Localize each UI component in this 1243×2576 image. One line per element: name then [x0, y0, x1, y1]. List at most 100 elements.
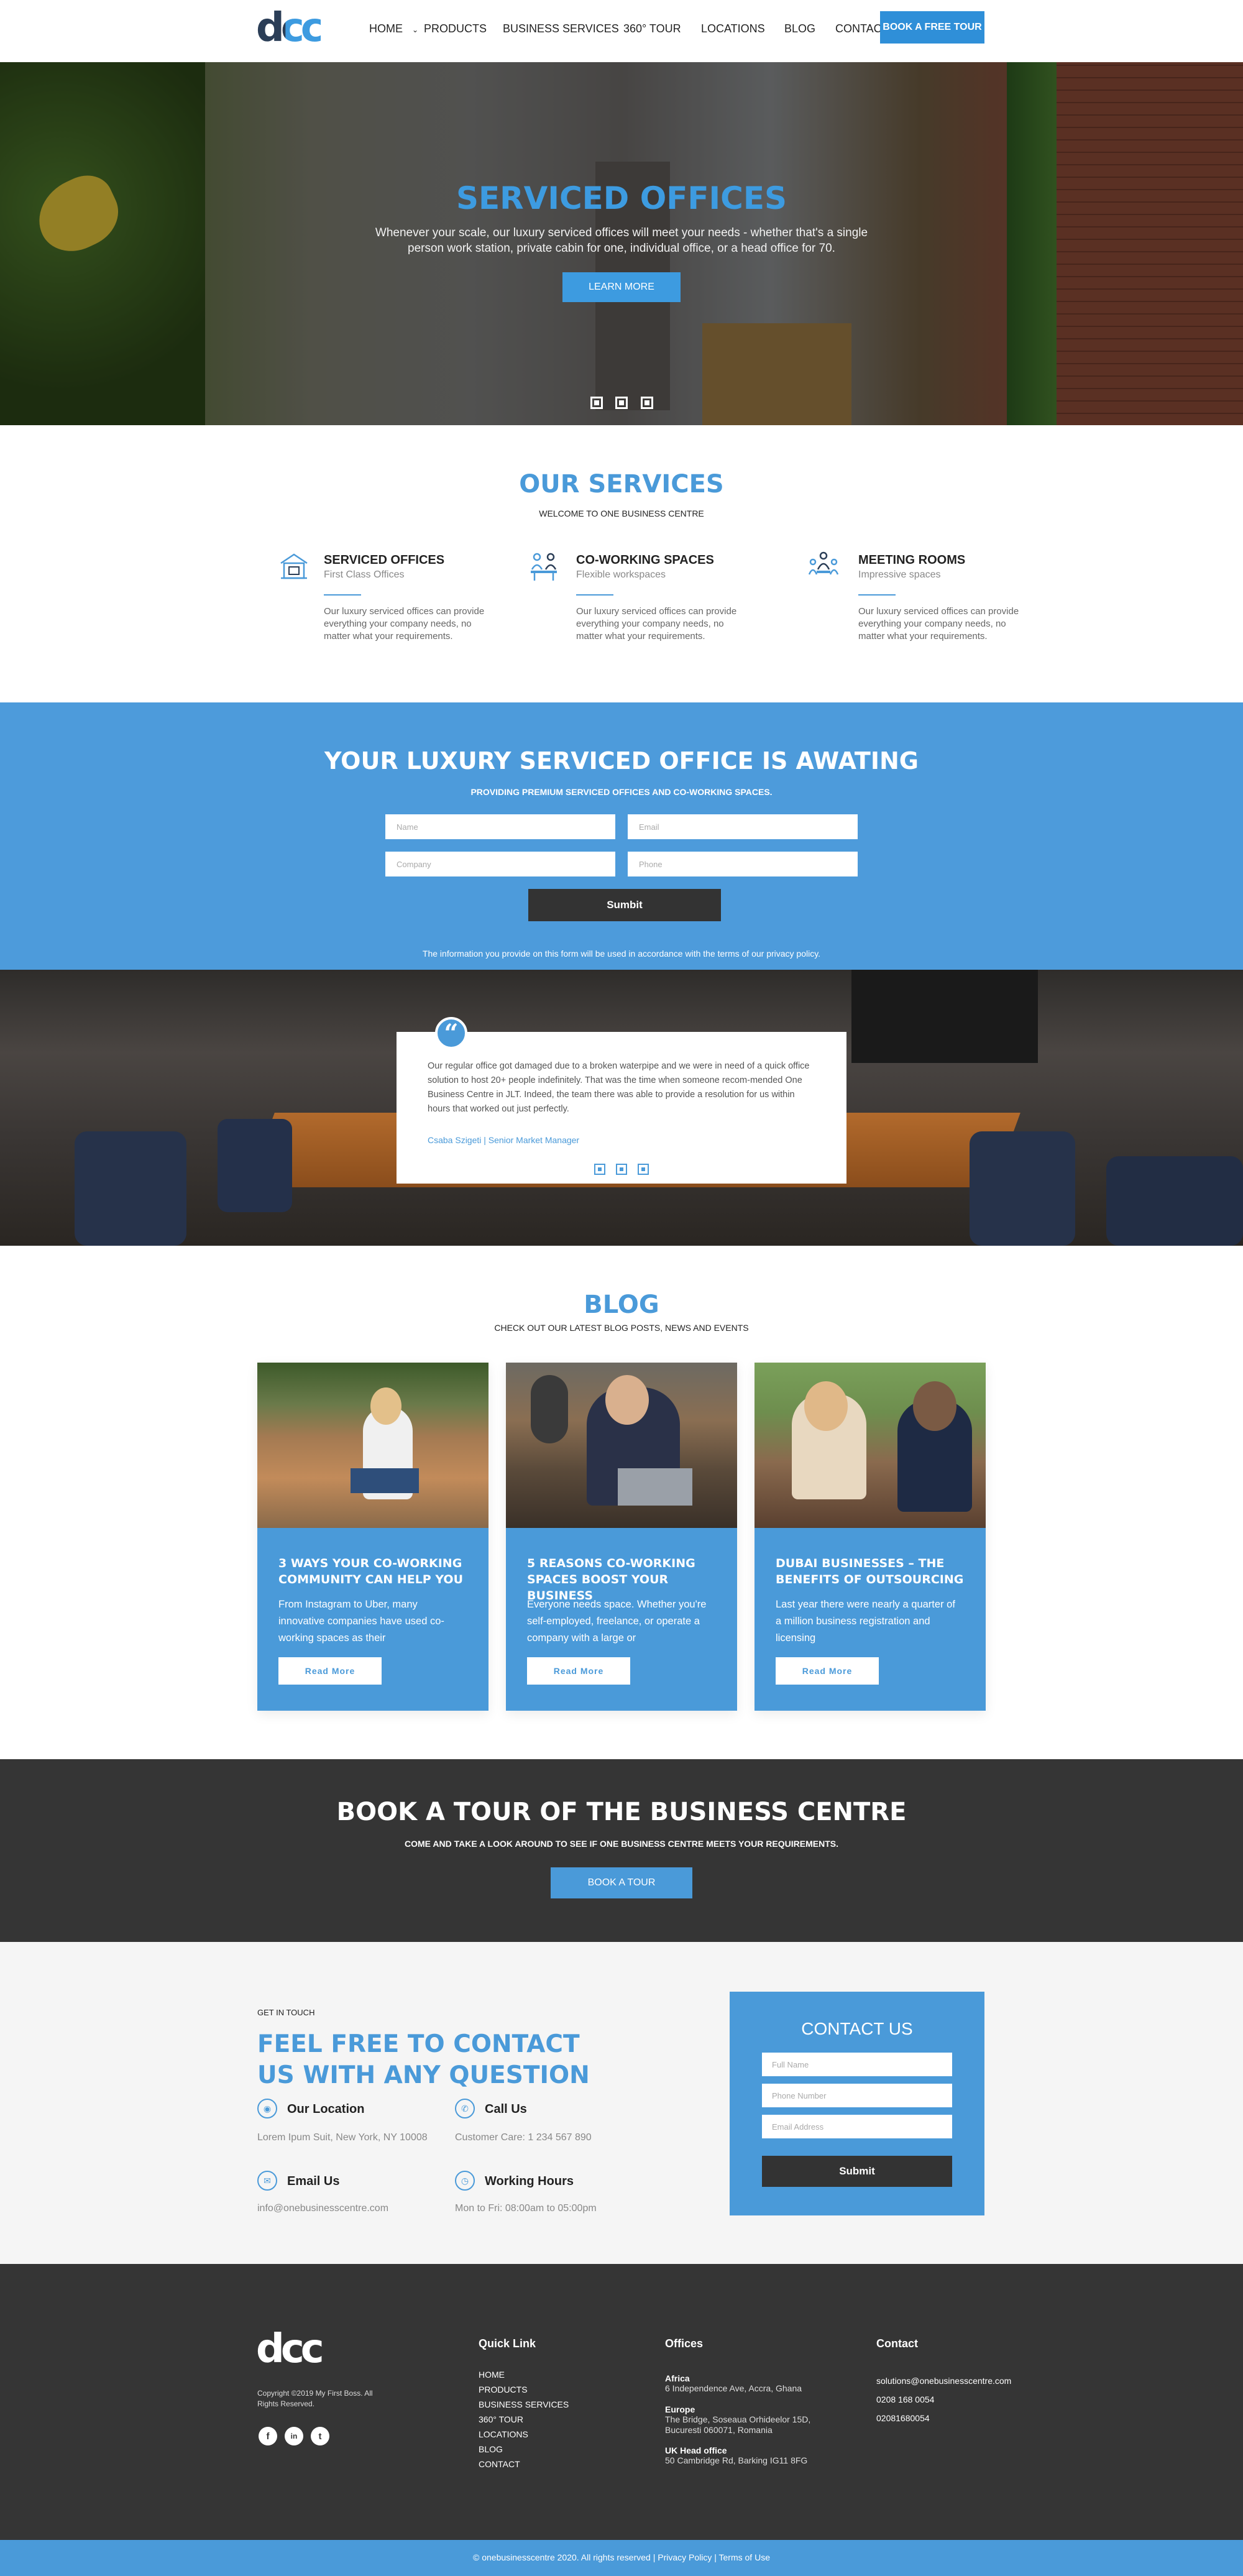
service-title-coworking: CO-WORKING SPACES: [576, 553, 714, 567]
nav-business-services[interactable]: BUSINESS SERVICES: [503, 22, 619, 35]
service-desc-offices: Our luxury serviced offices can provide …: [324, 606, 485, 642]
contact-info-text: Lorem Ipum Suit, New York, NY 10008: [257, 2132, 428, 2143]
testimonial-dot-2[interactable]: [616, 1164, 627, 1175]
phone-input[interactable]: Phone: [628, 852, 858, 876]
services-title: OUR SERVICES: [519, 470, 724, 499]
meeting-icon: [808, 551, 839, 575]
office-icon: [280, 553, 308, 579]
contact-heading: Contact: [876, 2337, 918, 2350]
slider-dot-3[interactable]: [641, 397, 653, 409]
contact-info-title: Email Us: [287, 2174, 340, 2188]
form-title: YOUR LUXURY SERVICED OFFICE IS AWATING: [324, 747, 919, 775]
testimonial-dot-1[interactable]: [594, 1164, 605, 1175]
office-region: UK Head office: [665, 2445, 727, 2455]
contact-section: GET IN TOUCH FEEL FREE TO CONTACT US WIT…: [0, 1942, 1243, 2264]
blog-card[interactable]: DUBAI BUSINESSES – THE BENEFITS OF OUTSO…: [755, 1363, 986, 1711]
read-more-button[interactable]: Read More: [776, 1657, 879, 1685]
chair: [218, 1119, 292, 1212]
site-logo[interactable]: dcc: [256, 5, 324, 51]
slider-dot-1[interactable]: [590, 397, 603, 409]
footer-logo[interactable]: dcc: [256, 2326, 324, 2372]
top-navbar: dcc HOME ⌄ PRODUCTS BUSINESS SERVICES 36…: [0, 0, 1243, 62]
book-tour-section: BOOK A TOUR OF THE BUSINESS CENTRE COME …: [0, 1759, 1243, 1942]
contact-info-title: Call Us: [485, 2102, 527, 2116]
blog-card[interactable]: 5 REASONS CO-WORKING SPACES BOOST YOUR B…: [506, 1363, 737, 1711]
privacy-note: The information you provide on this form…: [422, 949, 821, 959]
company-input[interactable]: Company: [385, 852, 615, 876]
contact-submit-button[interactable]: Submit: [762, 2156, 952, 2187]
footer-link-locations[interactable]: LOCATIONS: [479, 2429, 528, 2439]
offices-heading: Offices: [665, 2337, 704, 2350]
footer-link-360-tour[interactable]: 360° TOUR: [479, 2414, 523, 2424]
logo-text: dcc: [256, 5, 324, 51]
facebook-icon[interactable]: f: [259, 2427, 277, 2445]
full-name-input[interactable]: Full Name: [762, 2053, 952, 2076]
contact-form: CONTACT US Full Name Phone Number Email …: [730, 1992, 984, 2215]
blog-card[interactable]: 3 WAYS YOUR CO-WORKING COMMUNITY CAN HEL…: [257, 1363, 488, 1711]
footer-phone[interactable]: 0208 168 0054: [876, 2394, 934, 2404]
linkedin-icon[interactable]: in: [285, 2427, 303, 2445]
name-input[interactable]: Name: [385, 814, 615, 839]
footer-copyright: Copyright ©2019 My First Boss. All Right…: [257, 2389, 373, 2408]
book-free-tour-button[interactable]: BOOK A FREE TOUR: [880, 11, 984, 44]
blog-image: [506, 1363, 737, 1528]
chair: [75, 1131, 186, 1246]
copyright-bar: © onebusinesscentre 2020. All rights res…: [0, 2540, 1243, 2576]
blog-card-title[interactable]: 3 WAYS YOUR CO-WORKING COMMUNITY CAN HEL…: [278, 1555, 471, 1588]
testimonial-dot-3[interactable]: [638, 1164, 649, 1175]
email-input[interactable]: Email: [628, 814, 858, 839]
slider-dot-2[interactable]: [615, 397, 628, 409]
tv-screen: [851, 970, 1038, 1063]
twitter-icon[interactable]: t: [311, 2427, 329, 2445]
phone-number-input[interactable]: Phone Number: [762, 2084, 952, 2107]
hero-slider: SERVICED OFFICES Whenever your scale, ou…: [0, 62, 1243, 425]
blog-card-title[interactable]: DUBAI BUSINESSES – THE BENEFITS OF OUTSO…: [776, 1555, 968, 1588]
contact-info-title: Our Location: [287, 2102, 365, 2116]
nav-products[interactable]: PRODUCTS: [424, 22, 487, 35]
service-divider: [576, 594, 613, 596]
footer-link-products[interactable]: PRODUCTS: [479, 2385, 528, 2394]
blog-card-text: From Instagram to Uber, many innovative …: [278, 1599, 444, 1644]
service-subtitle-offices: First Class Offices: [324, 569, 405, 580]
blog-subtitle: CHECK OUT OUR LATEST BLOG POSTS, NEWS AN…: [494, 1323, 749, 1333]
footer: dcc Copyright ©2019 My First Boss. All R…: [0, 2264, 1243, 2540]
office-region: Europe: [665, 2404, 695, 2414]
quote-icon: “: [435, 1017, 467, 1049]
nav-locations[interactable]: LOCATIONS: [701, 22, 765, 35]
footer-link-home[interactable]: HOME: [479, 2370, 505, 2380]
chevron-down-icon: ⌄: [412, 25, 419, 34]
book-tour-button[interactable]: BOOK A TOUR: [551, 1867, 692, 1898]
contact-info-text: info@onebusinesscentre.com: [257, 2203, 389, 2214]
read-more-button[interactable]: Read More: [278, 1657, 382, 1685]
quote-form-section: YOUR LUXURY SERVICED OFFICE IS AWATING P…: [0, 702, 1243, 970]
footer-link-business-services[interactable]: BUSINESS SERVICES: [479, 2399, 569, 2409]
nav-home[interactable]: HOME ⌄: [369, 22, 418, 35]
copyright-text: © onebusinesscentre 2020. All rights res…: [473, 2552, 770, 2562]
blog-image: [755, 1363, 986, 1528]
form-submit-button[interactable]: Sumbit: [528, 889, 721, 921]
service-desc-meeting: Our luxury serviced offices can provide …: [858, 606, 1019, 642]
footer-email[interactable]: solutions@onebusinesscentre.com: [876, 2376, 1011, 2386]
nav-blog[interactable]: BLOG: [784, 22, 815, 35]
testimonial-card: Our regular office got damaged due to a …: [397, 1032, 846, 1184]
footer-phone-alt[interactable]: 02081680054: [876, 2413, 930, 2423]
coworking-icon: [531, 553, 557, 581]
nav-360-tour[interactable]: 360° TOUR: [623, 22, 681, 35]
contact-info-text: Mon to Fri: 08:00am to 05:00pm: [455, 2203, 597, 2214]
form-subtitle: PROVIDING PREMIUM SERVICED OFFICES AND C…: [470, 787, 773, 797]
nav-home-label: HOME: [369, 22, 403, 35]
services-subtitle: WELCOME TO ONE BUSINESS CENTRE: [539, 508, 704, 518]
testimonial-author: Csaba Szigeti | Senior Market Manager: [428, 1135, 580, 1145]
footer-link-contact[interactable]: CONTACT: [479, 2459, 520, 2469]
hero-title: SERVICED OFFICES: [456, 180, 787, 216]
email-icon: ✉: [257, 2171, 277, 2191]
contact-title: FEEL FREE TO CONTACT US WITH ANY QUESTIO…: [257, 2030, 590, 2089]
learn-more-button[interactable]: LEARN MORE: [562, 272, 681, 302]
read-more-button[interactable]: Read More: [527, 1657, 630, 1685]
email-address-input[interactable]: Email Address: [762, 2115, 952, 2138]
contact-form-title: CONTACT US: [801, 2019, 913, 2038]
hero-text: Whenever your scale, our luxury serviced…: [375, 226, 868, 255]
footer-link-blog[interactable]: BLOG: [479, 2444, 503, 2454]
contact-info-text: Customer Care: 1 234 567 890: [455, 2132, 592, 2143]
tour-subtitle: COME AND TAKE A LOOK AROUND TO SEE IF ON…: [405, 1839, 838, 1849]
